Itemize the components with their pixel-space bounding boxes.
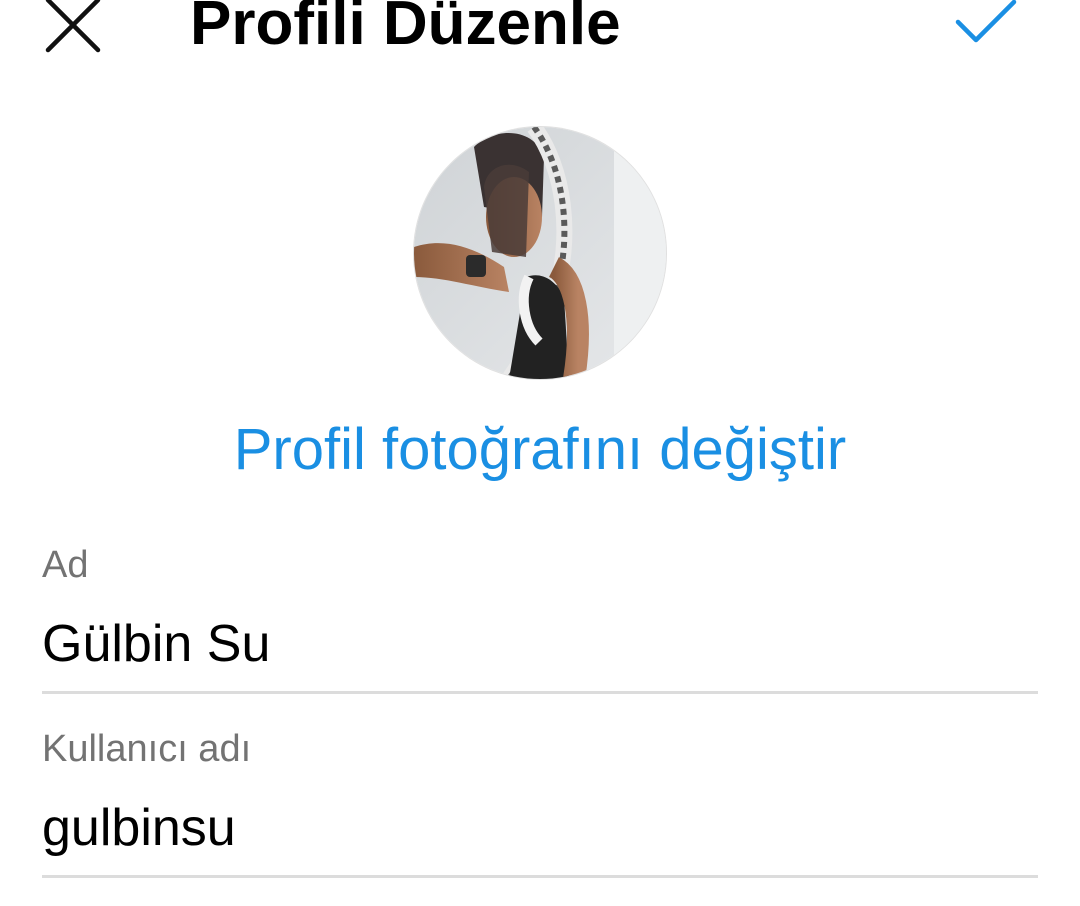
profile-avatar[interactable] (414, 127, 666, 379)
top-bar: Profili Düzenle (0, 0, 1080, 70)
username-input[interactable]: gulbinsu (42, 796, 236, 860)
page-title: Profili Düzenle (190, 0, 621, 58)
name-underline (42, 691, 1038, 694)
username-underline (42, 875, 1038, 878)
profile-photo-image (414, 127, 666, 379)
checkmark-icon (955, 0, 1017, 43)
close-icon (45, 0, 101, 53)
change-photo-link[interactable]: Profil fotoğrafını değiştir (0, 414, 1080, 486)
close-button[interactable] (40, 0, 106, 58)
username-label: Kullanıcı adı (42, 728, 252, 770)
name-label: Ad (42, 544, 89, 586)
confirm-button[interactable] (950, 0, 1022, 52)
name-input[interactable]: Gülbin Su (42, 612, 270, 676)
name-field: Ad Gülbin Su (42, 540, 1038, 700)
username-field: Kullanıcı adı gulbinsu (42, 724, 1038, 884)
